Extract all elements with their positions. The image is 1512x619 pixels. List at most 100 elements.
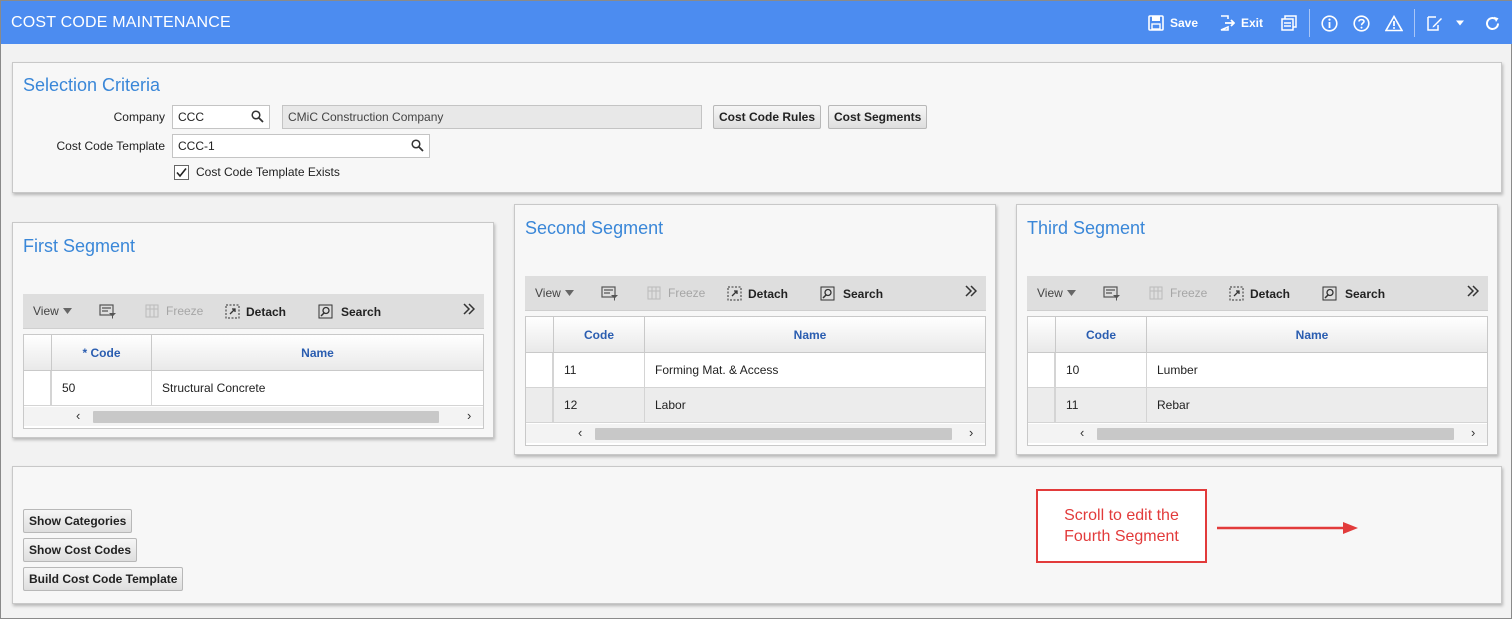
freeze-label: Freeze <box>1170 286 1208 300</box>
row-selector[interactable] <box>526 353 553 387</box>
show-cost-codes-button[interactable]: Show Cost Codes <box>23 538 138 562</box>
chevron-down-icon <box>1066 290 1076 296</box>
column-header-name[interactable]: Name <box>1146 317 1477 353</box>
second-segment-title: Second Segment <box>525 218 664 238</box>
edit-notes-icon[interactable] <box>1426 13 1443 33</box>
row-selector[interactable] <box>24 371 51 405</box>
help-icon[interactable] <box>1353 13 1370 33</box>
horizontal-scrollbar[interactable]: ‹ › <box>1028 424 1487 443</box>
name-cell[interactable]: Lumber <box>1146 353 1477 388</box>
search-icon[interactable] <box>251 110 264 126</box>
row-selector-header <box>1028 317 1056 353</box>
scrollbar-thumb[interactable] <box>1097 428 1454 440</box>
detach-button[interactable]: Detach <box>225 304 286 319</box>
column-header-name[interactable]: Name <box>151 335 483 371</box>
row-selector[interactable] <box>1028 353 1055 387</box>
company-name-field: CMiC Construction Company <box>282 105 702 129</box>
exit-button[interactable]: Exit <box>1219 13 1263 33</box>
app-window: COST CODE MAINTENANCE Save Exit Selectio… <box>0 0 1512 619</box>
column-header-name[interactable]: Name <box>644 317 975 353</box>
double-chevron-right-icon[interactable] <box>1467 284 1479 298</box>
show-categories-button[interactable]: Show Categories <box>23 509 133 533</box>
template-field[interactable]: CCC-1 <box>172 134 430 158</box>
row-selector[interactable] <box>1028 388 1055 422</box>
selection-criteria-panel: Selection Criteria Company CCC CMiC Cons… <box>12 62 1502 193</box>
freeze-button[interactable]: Freeze <box>1149 286 1207 300</box>
name-cell[interactable]: Forming Mat. & Access <box>644 353 975 388</box>
search-button[interactable]: Search <box>820 286 883 301</box>
search-label: Search <box>1345 286 1386 301</box>
template-exists-checkbox[interactable] <box>174 165 189 180</box>
grid-header: Code Name <box>1028 317 1487 353</box>
callout-line-1: Scroll to edit the <box>1064 507 1179 524</box>
scrollbar-thumb[interactable] <box>93 411 439 423</box>
column-header-code[interactable]: Code <box>553 317 644 353</box>
table-row[interactable]: 50 Structural Concrete <box>24 371 483 406</box>
cost-code-rules-button[interactable]: Cost Code Rules <box>713 105 822 129</box>
horizontal-scrollbar[interactable]: ‹ › <box>526 424 985 443</box>
view-label: View <box>535 286 561 300</box>
scroll-right-icon[interactable]: › <box>467 408 471 423</box>
refresh-icon[interactable] <box>1484 13 1501 33</box>
query-by-example-icon[interactable] <box>1103 286 1121 301</box>
grid-toolbar: View Freeze Detach Search <box>525 276 986 311</box>
search-button[interactable]: Search <box>1322 286 1385 301</box>
search-button[interactable]: Search <box>318 304 381 319</box>
scroll-left-icon[interactable]: ‹ <box>578 425 582 440</box>
view-menu[interactable]: View <box>535 286 574 300</box>
scroll-left-icon[interactable]: ‹ <box>76 408 80 423</box>
freeze-label: Freeze <box>668 286 706 300</box>
code-cell[interactable]: 11 <box>1055 388 1146 423</box>
print-report-icon[interactable] <box>1281 13 1297 33</box>
table-row[interactable]: 10 Lumber <box>1028 353 1487 388</box>
freeze-icon <box>145 304 159 318</box>
first-segment-panel: First Segment View Freeze Detach Search … <box>12 222 494 438</box>
company-field[interactable]: CCC <box>172 105 270 129</box>
table-row[interactable]: 11 Rebar <box>1028 388 1487 423</box>
toolbar-separator <box>1414 9 1415 37</box>
scrollbar-thumb[interactable] <box>595 428 952 440</box>
name-cell[interactable]: Labor <box>644 388 975 423</box>
template-exists-label: Cost Code Template Exists <box>196 165 340 179</box>
table-row[interactable]: 12 Labor <box>526 388 985 423</box>
view-menu[interactable]: View <box>1037 286 1076 300</box>
code-cell[interactable]: 50 <box>51 371 151 406</box>
name-cell[interactable]: Structural Concrete <box>151 371 483 406</box>
scroll-left-icon[interactable]: ‹ <box>1080 425 1084 440</box>
horizontal-scrollbar[interactable]: ‹ › <box>24 407 483 426</box>
search-icon[interactable] <box>411 139 424 155</box>
save-label: Save <box>1170 16 1199 30</box>
table-row[interactable]: 11 Forming Mat. & Access <box>526 353 985 388</box>
freeze-icon <box>647 286 661 300</box>
detach-label: Detach <box>748 286 789 301</box>
column-header-code[interactable]: Code <box>1055 317 1146 353</box>
double-chevron-right-icon[interactable] <box>463 302 475 316</box>
floppy-disk-icon <box>1148 15 1164 31</box>
code-cell[interactable]: 12 <box>553 388 644 423</box>
name-cell[interactable]: Rebar <box>1146 388 1477 423</box>
build-cost-code-template-button[interactable]: Build Cost Code Template <box>23 567 184 591</box>
code-cell[interactable]: 11 <box>553 353 644 388</box>
query-by-example-icon[interactable] <box>601 286 619 301</box>
first-segment-title: First Segment <box>23 236 136 256</box>
cost-segments-button[interactable]: Cost Segments <box>828 105 928 129</box>
chevron-down-icon[interactable] <box>1455 13 1465 33</box>
query-by-example-icon[interactable] <box>99 304 117 319</box>
double-chevron-right-icon[interactable] <box>965 284 977 298</box>
detach-button[interactable]: Detach <box>727 286 788 301</box>
info-icon[interactable] <box>1321 13 1338 33</box>
warning-icon[interactable] <box>1385 13 1403 33</box>
callout-line-2: Fourth Segment <box>1064 528 1179 545</box>
view-menu[interactable]: View <box>33 304 72 318</box>
scroll-right-icon[interactable]: › <box>969 425 973 440</box>
save-button[interactable]: Save <box>1148 13 1198 33</box>
code-cell[interactable]: 10 <box>1055 353 1146 388</box>
row-selector[interactable] <box>526 388 553 422</box>
freeze-button[interactable]: Freeze <box>647 286 705 300</box>
freeze-button[interactable]: Freeze <box>145 304 203 318</box>
detach-button[interactable]: Detach <box>1229 286 1290 301</box>
exit-label: Exit <box>1241 16 1264 30</box>
arrow-right-icon <box>1217 522 1358 534</box>
scroll-right-icon[interactable]: › <box>1471 425 1475 440</box>
column-header-code[interactable]: * Code <box>51 335 151 371</box>
